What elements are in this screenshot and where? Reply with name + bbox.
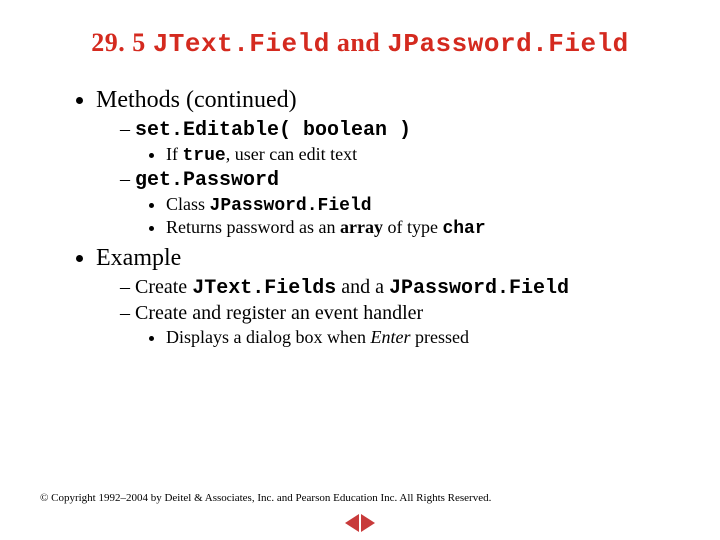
txt: Create — [135, 276, 192, 298]
txt: Class — [166, 194, 210, 214]
enter-word: Enter — [370, 327, 410, 347]
example-label: Example — [96, 245, 181, 271]
next-arrow-icon[interactable] — [361, 514, 375, 532]
prev-arrow-icon[interactable] — [345, 514, 359, 532]
title-code-2: JPassword.Field — [387, 29, 629, 59]
txt: If — [166, 144, 183, 164]
char-code: char — [442, 219, 485, 239]
nav-arrows — [345, 514, 375, 532]
txt: of type — [383, 217, 442, 237]
txt: , user can edit text — [226, 144, 357, 164]
sub-register-handler: Create and register an event handler Dis… — [120, 302, 680, 348]
slide: 29. 5 JText.Field and JPassword.Field Me… — [0, 0, 720, 348]
true-code: true — [183, 146, 226, 166]
copyright-footer: © Copyright 1992–2004 by Deitel & Associ… — [40, 492, 491, 504]
txt: and a — [336, 276, 389, 298]
bullet-methods: Methods (continued) set.Editable( boolea… — [96, 87, 680, 239]
bullet-list: Methods (continued) set.Editable( boolea… — [40, 87, 680, 348]
txt: Create and register an event handler — [135, 302, 423, 324]
array-word: array — [340, 217, 383, 237]
title-and: and — [337, 28, 380, 57]
jpasswordfield-code-2: JPassword.Field — [389, 277, 569, 300]
seteditable-note: If true, user can edit text — [166, 144, 680, 166]
seteditable-code: set.Editable( boolean ) — [135, 119, 411, 142]
txt: Displays a dialog box when — [166, 327, 370, 347]
title-code-1: JText.Field — [153, 29, 330, 59]
jpasswordfield-code: JPassword.Field — [210, 196, 372, 216]
sub-getpassword: get.Password Class JPassword.Field Retur… — [120, 168, 680, 239]
sub-seteditable: set.Editable( boolean ) If true, user ca… — [120, 118, 680, 166]
title-number: 29. 5 — [91, 28, 146, 57]
getpassword-class: Class JPassword.Field — [166, 194, 680, 216]
methods-label: Methods (continued) — [96, 87, 297, 113]
txt: Returns password as an — [166, 217, 340, 237]
slide-title: 29. 5 JText.Field and JPassword.Field — [40, 28, 680, 59]
getpassword-code: get.Password — [135, 169, 279, 192]
sub-create-fields: Create JText.Fields and a JPassword.Fiel… — [120, 276, 680, 300]
txt: pressed — [410, 327, 468, 347]
jtextfields-code: JText.Fields — [192, 277, 336, 300]
sub-dialog: Displays a dialog box when Enter pressed — [166, 327, 680, 348]
getpassword-returns: Returns password as an array of type cha… — [166, 217, 680, 239]
bullet-example: Example Create JText.Fields and a JPassw… — [96, 245, 680, 348]
